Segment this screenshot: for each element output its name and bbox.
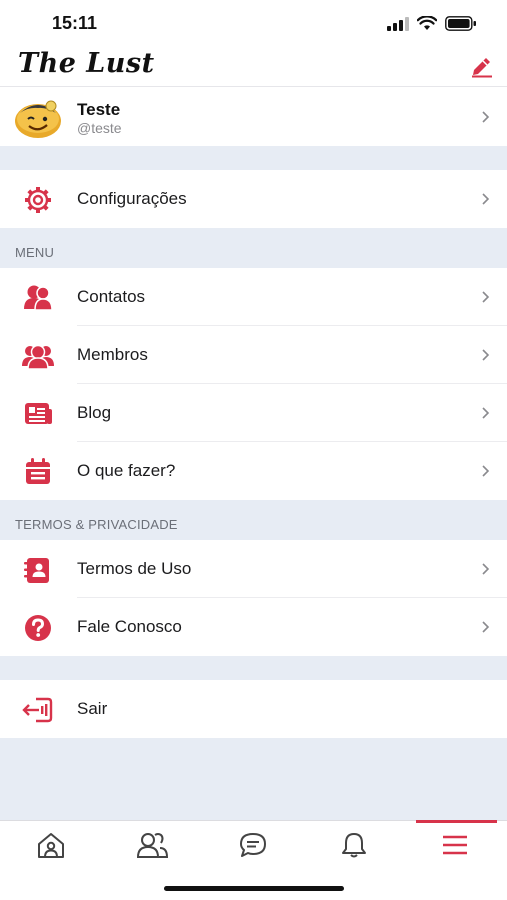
- blog-icon: [25, 403, 52, 424]
- chevron-right-icon: [482, 407, 490, 419]
- home-indicator: [164, 886, 344, 891]
- settings-row[interactable]: Configurações: [0, 170, 507, 228]
- home-icon: [38, 833, 64, 858]
- terms-section-title: TERMOS & PRIVACIDADE: [15, 517, 178, 532]
- signal-icon: [387, 16, 409, 31]
- contacts-tab-icon: [137, 833, 169, 858]
- menu-item-label: O que fazer?: [77, 461, 176, 480]
- status-bar: 15:11: [0, 0, 507, 46]
- chat-icon: [240, 833, 266, 857]
- chevron-right-icon: [482, 465, 490, 477]
- contact-book-icon: [24, 558, 49, 583]
- empty-area: [0, 738, 507, 820]
- menu-item-termos-de-uso[interactable]: Termos de Uso: [0, 540, 507, 598]
- profile-handle: @teste: [77, 120, 122, 136]
- calendar-icon: [26, 458, 50, 484]
- section-gap: [0, 656, 507, 680]
- wifi-icon: [417, 16, 437, 30]
- chevron-right-icon: [482, 291, 490, 303]
- battery-icon: [445, 16, 476, 31]
- menu-icon: [443, 835, 467, 855]
- contacts-icon: [24, 285, 53, 311]
- gear-icon: [25, 187, 51, 213]
- question-icon: [25, 615, 51, 641]
- bell-icon: [342, 833, 366, 858]
- chevron-right-icon: [482, 563, 490, 575]
- terms-section-header: TERMOS & PRIVACIDADE: [0, 500, 507, 540]
- profile-row[interactable]: Teste @teste: [0, 86, 507, 146]
- logout-icon: [22, 697, 53, 723]
- tab-contacts[interactable]: [101, 821, 202, 871]
- logout-row[interactable]: Sair: [0, 680, 507, 738]
- tab-chat[interactable]: [202, 821, 303, 871]
- menu-item-blog[interactable]: Blog: [0, 384, 507, 442]
- menu-item-fale-conosco[interactable]: Fale Conosco: [0, 598, 507, 656]
- status-time: 15:11: [52, 13, 98, 33]
- avatar-emoji-icon: [15, 100, 61, 138]
- chevron-right-icon: [482, 111, 490, 123]
- menu-item-contatos[interactable]: Contatos: [0, 268, 507, 326]
- edit-button[interactable]: [469, 54, 495, 78]
- section-gap: [0, 146, 507, 170]
- menu-item-label: Contatos: [77, 287, 146, 306]
- app-header: The Lust: [0, 46, 507, 86]
- edit-pen-icon: [472, 58, 492, 78]
- terms-item-label: Termos de Uso: [77, 559, 192, 578]
- status-icons: [387, 16, 477, 31]
- members-icon: [22, 344, 54, 370]
- logout-label: Sair: [77, 699, 108, 718]
- menu-item-label: Membros: [77, 345, 148, 364]
- chevron-right-icon: [482, 349, 490, 361]
- tab-home[interactable]: [0, 821, 101, 871]
- tab-menu[interactable]: [404, 821, 505, 871]
- menu-section-header: MENU: [0, 228, 507, 268]
- settings-label: Configurações: [77, 189, 187, 208]
- menu-item-o-que-fazer[interactable]: O que fazer?: [0, 442, 507, 500]
- avatar: [14, 97, 62, 139]
- menu-item-membros[interactable]: Membros: [0, 326, 507, 384]
- tab-notifications[interactable]: [303, 821, 404, 871]
- chevron-right-icon: [482, 621, 490, 633]
- menu-section-title: MENU: [15, 245, 55, 260]
- app-logo: The Lust: [18, 48, 155, 79]
- terms-item-label: Fale Conosco: [77, 617, 182, 636]
- menu-item-label: Blog: [77, 403, 112, 422]
- profile-name: Teste: [77, 100, 121, 119]
- chevron-right-icon: [482, 193, 490, 205]
